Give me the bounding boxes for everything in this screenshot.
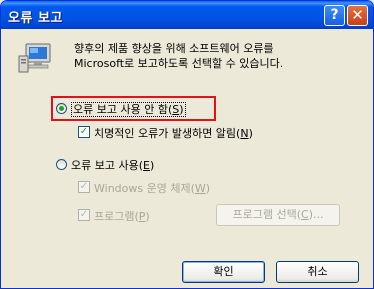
description-text: 향후의 제품 향상을 위해 소프트웨어 오류를 Microsoft로 보고하도록… bbox=[74, 42, 284, 70]
programs-label: 프로그램(P) bbox=[94, 208, 150, 224]
windows-label-text: Windows 운영 체제( bbox=[94, 182, 195, 195]
windows-label-end: ) bbox=[205, 182, 211, 195]
notify-label-end: ) bbox=[248, 127, 253, 140]
notify-checkbox[interactable]: ✓ bbox=[78, 126, 90, 138]
computer-icon bbox=[18, 43, 51, 73]
ok-button[interactable]: 확인 bbox=[182, 261, 265, 283]
windows-os-label: Windows 운영 체제(W) bbox=[94, 180, 210, 196]
title-bar[interactable]: 오류 보고 ? ✕ bbox=[1, 1, 373, 29]
cancel-button[interactable]: 취소 bbox=[276, 261, 359, 283]
error-reporting-dialog: 오류 보고 ? ✕ 향후의 제품 향상을 위해 소프트웨어 오류를 Micros… bbox=[0, 0, 374, 289]
choose-programs-end: )... bbox=[308, 208, 324, 221]
enable-label-end: ) bbox=[149, 159, 155, 172]
disable-label-end: ) bbox=[179, 103, 184, 116]
notify-label[interactable]: 치명적인 오류가 발생하면 알림(N) bbox=[94, 125, 253, 141]
enable-reporting-radio[interactable] bbox=[56, 159, 67, 170]
choose-programs-accesskey: C bbox=[301, 208, 309, 221]
programs-label-end: ) bbox=[145, 210, 150, 223]
disable-label-text: 오류 보고 사용 안 함( bbox=[73, 103, 173, 116]
close-button[interactable]: ✕ bbox=[347, 5, 368, 26]
window-title: 오류 보고 bbox=[8, 11, 63, 26]
windows-os-checkbox[interactable]: ✓ bbox=[78, 181, 90, 193]
enable-label-text: 오류 보고 사용( bbox=[71, 159, 144, 172]
programs-label-text: 프로그램( bbox=[94, 210, 139, 223]
disable-reporting-radio[interactable] bbox=[56, 103, 67, 114]
enable-reporting-label[interactable]: 오류 보고 사용(E) bbox=[71, 157, 154, 173]
enable-accesskey: E bbox=[143, 159, 150, 172]
choose-programs-text: 프로그램 선택( bbox=[232, 208, 302, 221]
disable-reporting-label[interactable]: 오류 보고 사용 안 함(S) bbox=[71, 101, 186, 117]
help-button[interactable]: ? bbox=[324, 5, 345, 26]
windows-accesskey: W bbox=[194, 182, 206, 195]
notify-label-text: 치명적인 오류가 발생하면 알림( bbox=[94, 127, 241, 140]
choose-programs-button[interactable]: 프로그램 선택(C)... bbox=[216, 204, 340, 226]
notify-accesskey: N bbox=[240, 127, 249, 140]
programs-checkbox[interactable]: ✓ bbox=[78, 209, 90, 221]
